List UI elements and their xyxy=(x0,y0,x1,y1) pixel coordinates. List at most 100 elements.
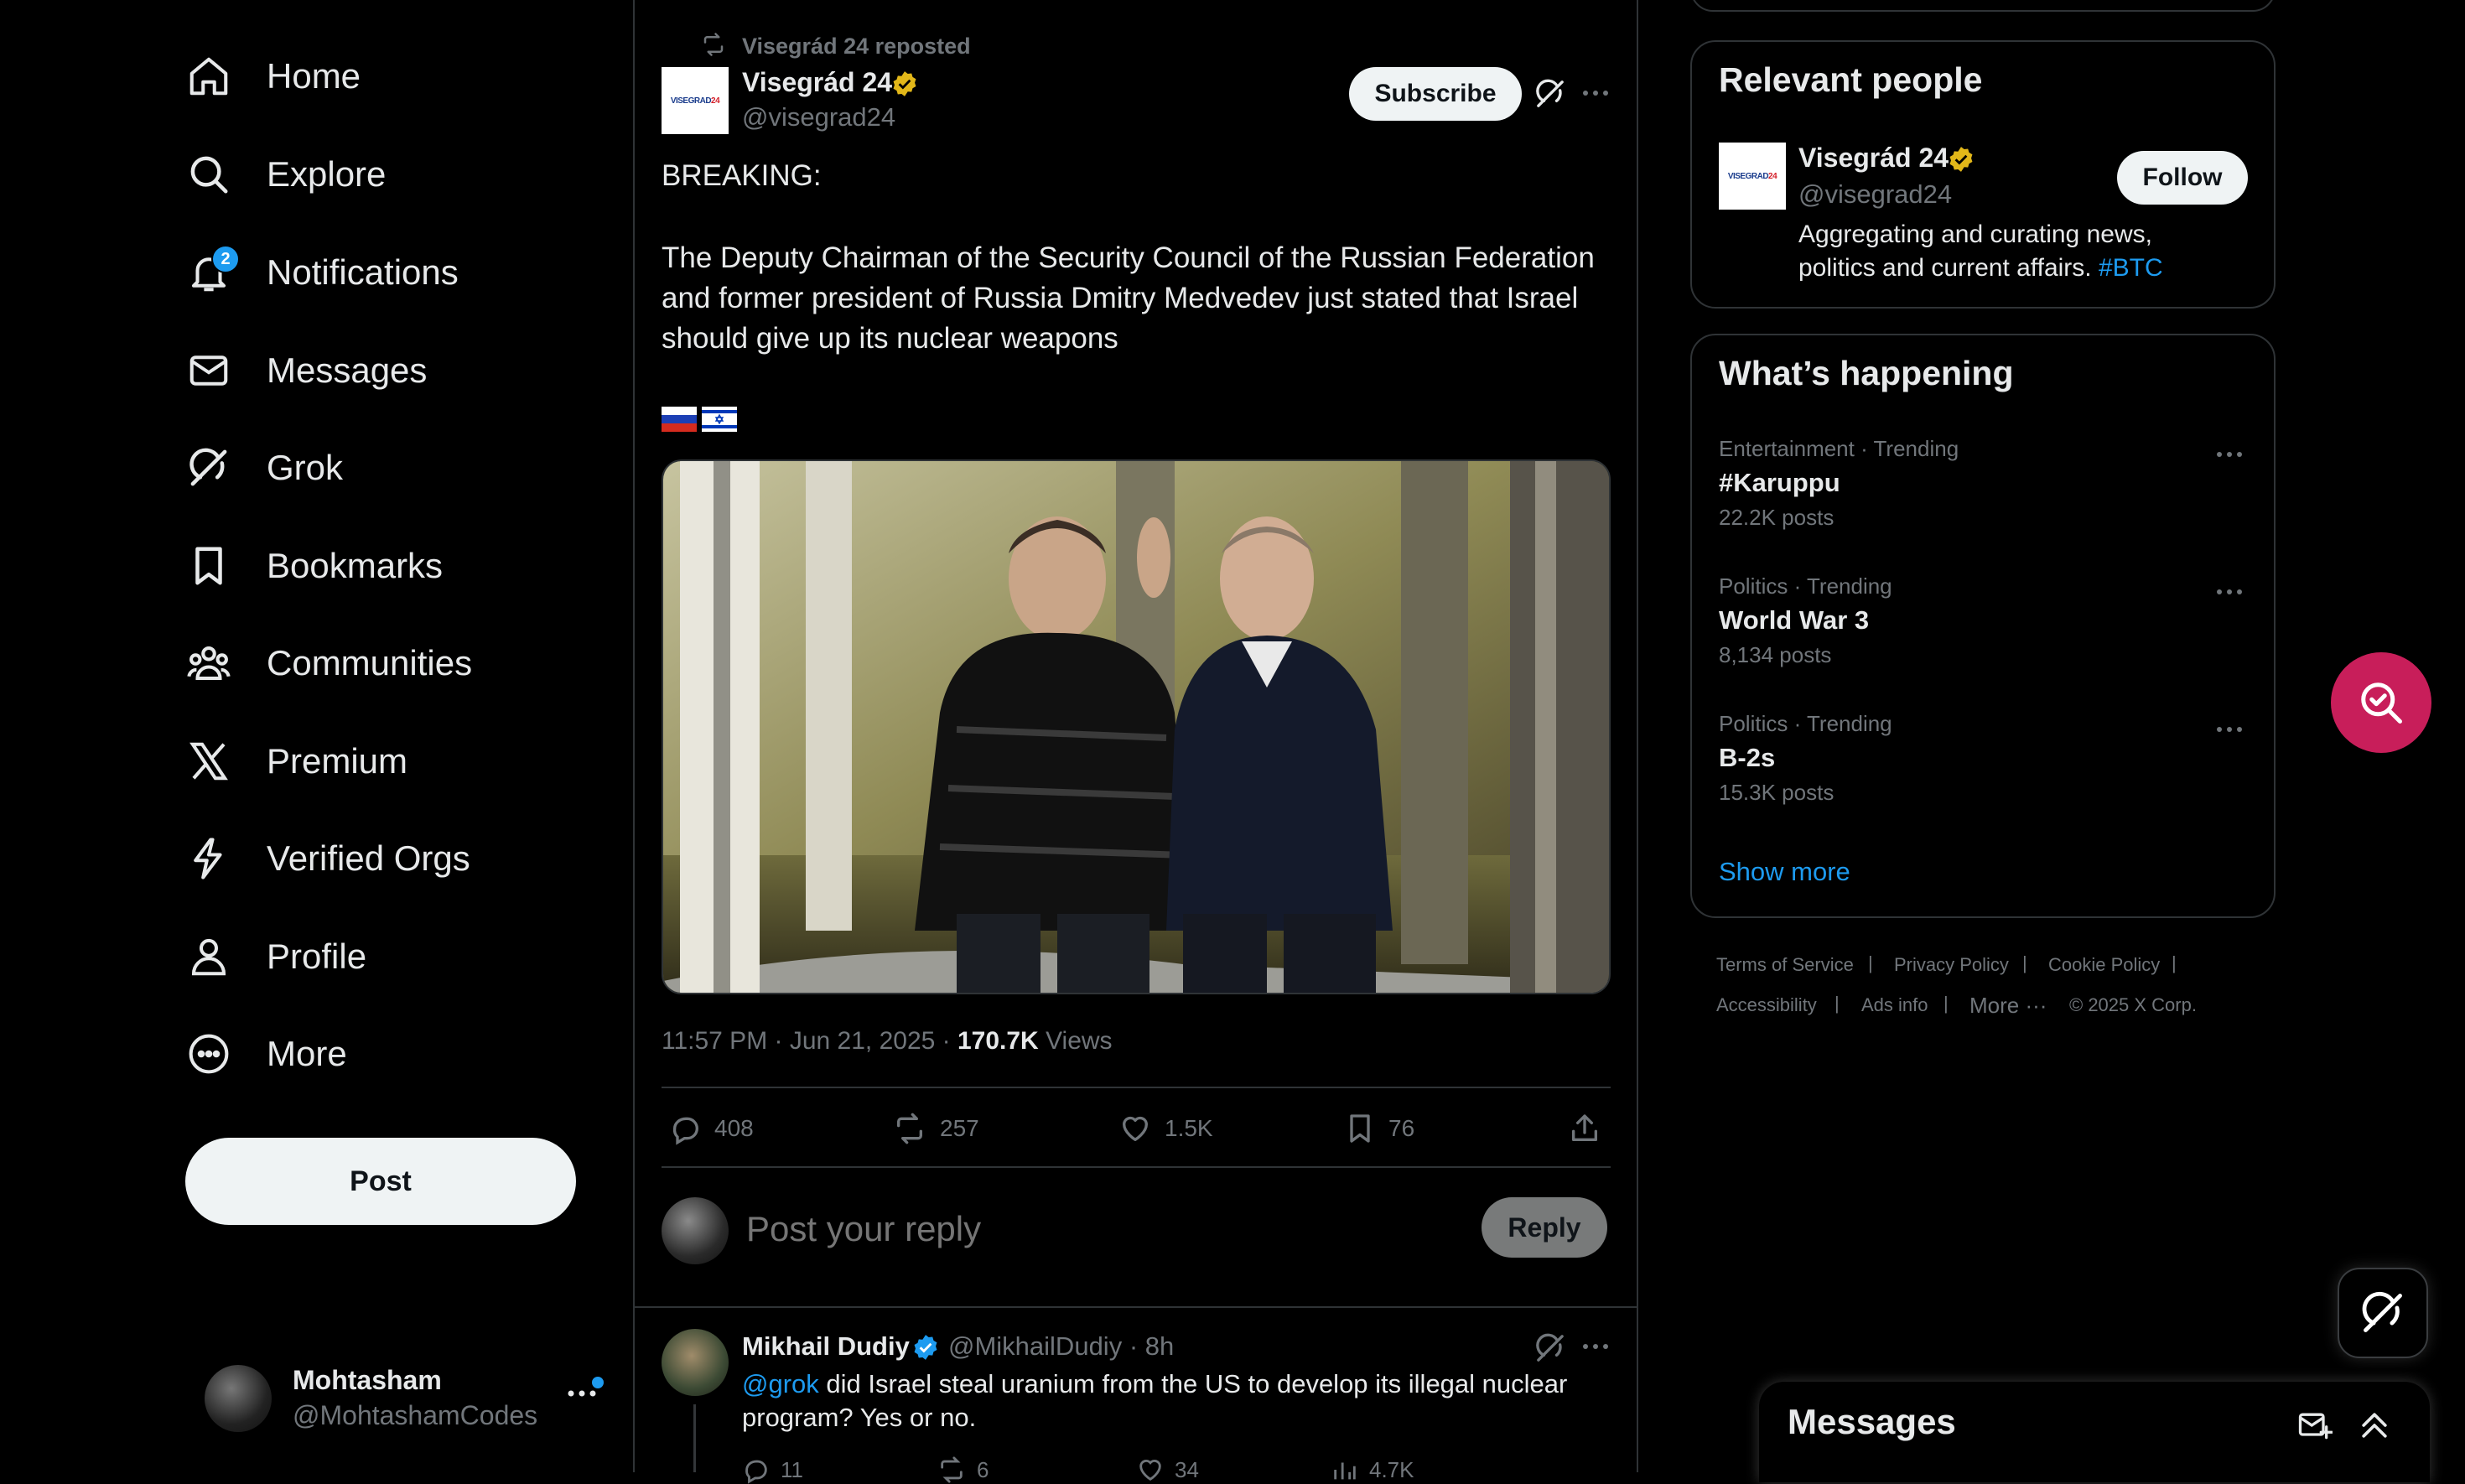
relevant-handle[interactable]: @visegrad24 xyxy=(1798,179,1952,210)
grok-fab[interactable] xyxy=(2338,1268,2428,1358)
trend-posts: 8,134 posts xyxy=(1719,642,1832,667)
post-timestamp: 11:57 PM · Jun 21, 2025 · xyxy=(662,1027,957,1055)
divider xyxy=(662,1087,1611,1088)
comment-repost-action[interactable]: 6 xyxy=(937,1455,989,1484)
nav-item-bookmarks[interactable]: Bookmarks xyxy=(186,526,443,606)
more-options-icon[interactable] xyxy=(1581,1341,1610,1352)
trend-item[interactable]: Entertainment · Trending #Karuppu 22.2K … xyxy=(1719,433,2272,542)
trend-topic: B-2s xyxy=(1719,743,1776,772)
expand-chevron-icon[interactable] xyxy=(2356,1407,2393,1444)
footer-more-link[interactable]: More ··· xyxy=(1969,993,2047,1019)
reply-input[interactable] xyxy=(745,1201,1435,1258)
nav-item-profile[interactable]: Profile xyxy=(186,916,366,997)
views-label[interactable]: Views xyxy=(1046,1027,1112,1055)
more-options-icon[interactable] xyxy=(2215,724,2244,734)
reply-icon xyxy=(672,1117,698,1145)
verified-gold-badge-icon xyxy=(1947,145,1975,174)
comment-text: @grok did Israel steal uranium from the … xyxy=(742,1369,1568,1432)
grok-icon[interactable] xyxy=(1533,1331,1567,1365)
nav-item-verified-orgs[interactable]: Verified Orgs xyxy=(186,818,470,899)
share-action[interactable] xyxy=(1567,1103,1602,1154)
nav-item-explore[interactable]: Explore xyxy=(186,134,386,215)
messages-drawer[interactable]: Messages xyxy=(1759,1382,2430,1482)
account-switcher[interactable]: Mohtasham @MohtashamCodes xyxy=(205,1358,607,1439)
copyright: © 2025 X Corp. xyxy=(2069,994,2197,1015)
cookie-link[interactable]: Cookie Policy xyxy=(2048,954,2160,976)
repost-icon xyxy=(701,32,726,57)
views-chart-icon xyxy=(1334,1462,1356,1480)
repost-icon xyxy=(941,1456,963,1483)
more-options-icon[interactable] xyxy=(2215,587,2244,597)
new-message-icon[interactable] xyxy=(2296,1407,2333,1444)
nav-item-notifications[interactable]: 2 Notifications xyxy=(186,232,459,313)
accessibility-link[interactable]: Accessibility xyxy=(1716,994,1817,1016)
nav-label-explore: Explore xyxy=(267,154,387,194)
nav-item-premium[interactable]: Premium xyxy=(186,721,407,802)
comment-author-handle[interactable]: @MikhailDudiy xyxy=(948,1331,1122,1361)
reply-count: 408 xyxy=(714,1115,754,1141)
account-handle: @MohtashamCodes xyxy=(293,1400,538,1430)
btc-hashtag-link[interactable]: #BTC xyxy=(2099,254,2163,282)
trend-item[interactable]: Politics · Trending B-2s 15.3K posts xyxy=(1719,708,2272,817)
reply-icon xyxy=(745,1460,767,1484)
author-name[interactable]: Visegrád 24 xyxy=(742,67,892,98)
comment-header: Mikhail Dudiy xyxy=(742,1331,910,1362)
nav-item-grok[interactable]: Grok xyxy=(186,428,343,508)
post-image[interactable] xyxy=(662,459,1611,994)
comment-time[interactable]: · 8h xyxy=(1129,1331,1174,1361)
nav-label-verified-orgs: Verified Orgs xyxy=(267,838,470,878)
like-action[interactable]: 1.5K xyxy=(1118,1103,1213,1154)
author-avatar[interactable]: VISEGRAD24 xyxy=(662,67,729,134)
communities-icon xyxy=(186,641,231,686)
lightning-icon xyxy=(186,836,231,881)
comment-reply-action[interactable]: 11 xyxy=(742,1455,803,1484)
person-icon xyxy=(186,934,231,979)
avatar[interactable] xyxy=(662,1329,729,1396)
more-circle-icon xyxy=(186,1031,231,1077)
reply-action[interactable]: 408 xyxy=(669,1103,754,1154)
trend-item[interactable]: Politics · Trending World War 3 8,134 po… xyxy=(1719,570,2272,679)
nav-item-more[interactable]: More xyxy=(186,1014,347,1094)
messages-drawer-title: Messages xyxy=(1788,1402,1956,1441)
repost-action[interactable]: 257 xyxy=(891,1103,979,1154)
russia-flag-icon xyxy=(662,407,697,432)
whats-happening-title: What’s happening xyxy=(1719,354,2014,392)
reply-button[interactable]: Reply xyxy=(1482,1197,1607,1258)
nav-item-home[interactable]: Home xyxy=(186,36,361,117)
account-name: Mohtasham xyxy=(293,1365,442,1395)
more-options-icon[interactable] xyxy=(2215,449,2244,459)
thread-line xyxy=(693,1404,696,1472)
relevant-people-title: Relevant people xyxy=(1719,60,1983,99)
grok-icon xyxy=(186,445,231,490)
bookmark-icon xyxy=(1350,1114,1370,1143)
grok-mention-link[interactable]: @grok xyxy=(742,1369,819,1398)
post-button[interactable]: Post xyxy=(185,1138,576,1225)
subscribe-button[interactable]: Subscribe xyxy=(1349,67,1522,121)
nav-item-communities[interactable]: Communities xyxy=(186,623,472,703)
author-handle[interactable]: @visegrad24 xyxy=(742,102,895,132)
like-count: 1.5K xyxy=(1165,1115,1213,1141)
avatar xyxy=(205,1365,272,1432)
nav-label-notifications: Notifications xyxy=(267,252,459,292)
terms-link[interactable]: Terms of Service xyxy=(1716,954,1854,976)
bookmark-action[interactable]: 76 xyxy=(1343,1103,1414,1154)
more-dots-icon[interactable] xyxy=(567,1388,597,1398)
relevant-name[interactable]: Visegrád 24 xyxy=(1798,143,1949,174)
follow-button[interactable]: Follow xyxy=(2117,151,2248,205)
comment-views-action[interactable]: 4.7K xyxy=(1331,1455,1414,1484)
show-more-link[interactable]: Show more xyxy=(1719,857,1850,887)
more-options-icon[interactable] xyxy=(1581,88,1610,98)
avatar xyxy=(662,1197,729,1264)
repost-label: Visegrád 24 reposted xyxy=(742,34,971,59)
grok-icon[interactable] xyxy=(1533,77,1567,111)
relevant-avatar[interactable]: VISEGRAD24 xyxy=(1719,143,1786,210)
comment-author-name[interactable]: Mikhail Dudiy xyxy=(742,1331,910,1361)
notification-badge: 2 xyxy=(211,245,240,273)
nav-item-messages[interactable]: Messages xyxy=(186,330,427,411)
privacy-link[interactable]: Privacy Policy xyxy=(1894,954,2009,976)
ads-info-link[interactable]: Ads info xyxy=(1861,994,1928,1016)
comment-like-action[interactable]: 34 xyxy=(1136,1455,1199,1484)
unread-dot xyxy=(592,1377,604,1388)
trend-posts: 15.3K posts xyxy=(1719,780,1834,805)
grok-search-fab[interactable] xyxy=(2331,652,2431,753)
